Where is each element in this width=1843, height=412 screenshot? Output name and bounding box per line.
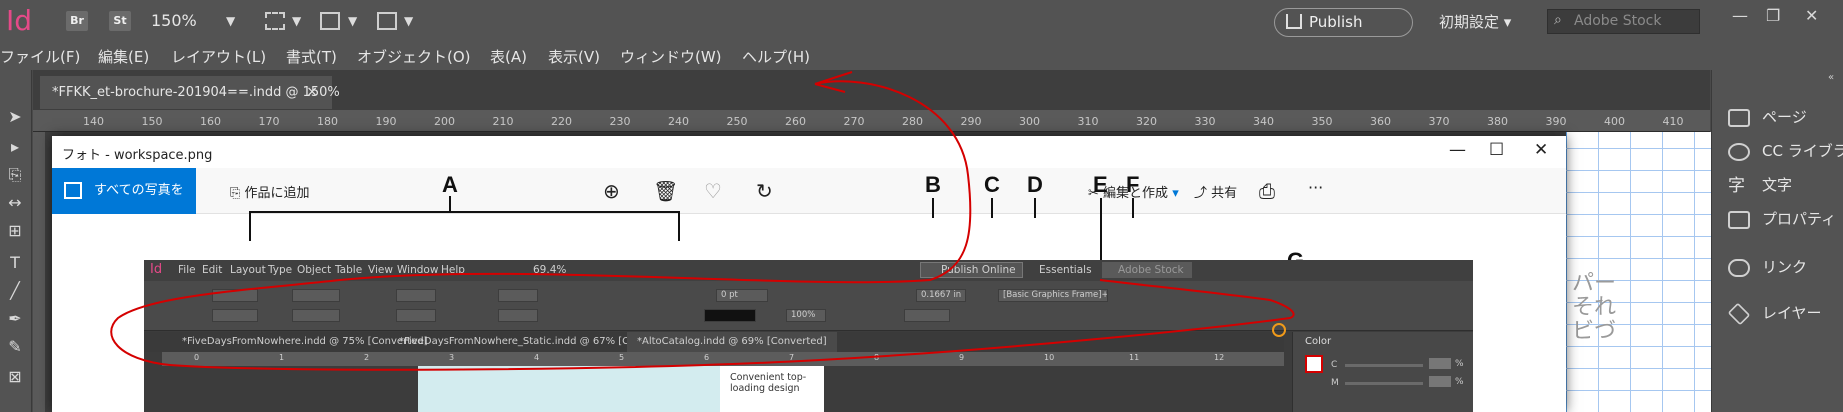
red-annotation-overlay	[110, 71, 1295, 371]
red-annotation-stroke	[110, 80, 1295, 371]
